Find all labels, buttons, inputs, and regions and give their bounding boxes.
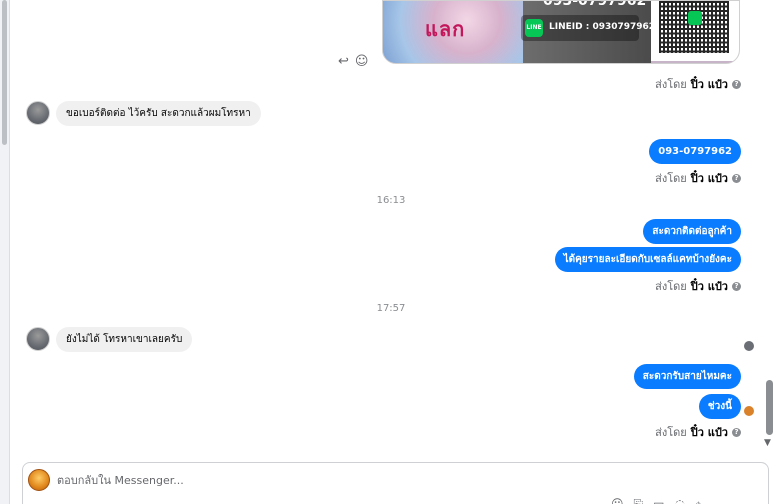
reply-input[interactable] — [57, 471, 557, 489]
message-timestamp: 16:13 — [376, 195, 406, 206]
sticker-icon[interactable]: ◌ — [674, 497, 684, 504]
outgoing-message-bubble[interactable]: 093-0797962 — [649, 139, 741, 164]
attachment-icon[interactable]: ⎘ — [634, 497, 644, 504]
sent-by-prefix: ส่งโดย — [655, 78, 687, 91]
sent-by-label: ส่งโดย ปิ๋ว แป๋ว ? — [655, 169, 741, 187]
gif-icon[interactable]: ▭ — [653, 497, 664, 504]
composer-toolbar: ☺ ⎘ ▭ ◌ ⌖ — [611, 497, 702, 504]
qr-code-icon — [659, 1, 729, 53]
line-app-icon: LINE — [525, 19, 543, 37]
sent-by-prefix: ส่งโดย — [655, 426, 687, 439]
left-scrollbar-thumb[interactable] — [2, 0, 7, 145]
outgoing-message-bubble[interactable]: สะดวกรับสายไหมคะ — [633, 364, 741, 389]
incoming-message-bubble[interactable]: ยังไม่ได้ โทรหาเขาเลยครับ — [56, 327, 193, 352]
image-brand-text: แลก — [425, 17, 466, 41]
sent-by-label: ส่งโดย ปิ๋ว แป๋ว ? — [655, 423, 741, 441]
sender-name[interactable]: ปิ๋ว แป๋ว — [691, 423, 728, 441]
info-icon[interactable]: ? — [732, 173, 741, 183]
scrollbar-thumb[interactable] — [766, 380, 773, 435]
message-timestamp: 17:57 — [376, 303, 406, 314]
seen-receipt-avatar — [744, 406, 754, 416]
seen-receipt-avatar — [744, 341, 754, 351]
left-panel-scrollbar[interactable] — [0, 0, 10, 504]
sent-by-label: ส่งโดย ปิ๋ว แป๋ว ? — [655, 75, 741, 93]
scroll-down-arrow-icon[interactable]: ▼ — [764, 438, 771, 448]
sender-name[interactable]: ปิ๋ว แป๋ว — [691, 169, 728, 187]
info-icon[interactable]: ? — [732, 427, 741, 437]
sent-by-prefix: ส่งโดย — [655, 280, 687, 293]
sender-name[interactable]: ปิ๋ว แป๋ว — [691, 75, 728, 93]
more-icon[interactable]: ⌖ — [695, 497, 702, 504]
outgoing-message-bubble[interactable]: ได้คุยรายละเอียดกับเซลล์แคทบ้างยังคะ — [554, 247, 741, 272]
sent-by-label: ส่งโดย ปิ๋ว แป๋ว ? — [655, 277, 741, 295]
incoming-message-bubble[interactable]: ขอเบอร์ติดต่อ ไว้ครับ สะดวกแล้วผมโทรหา — [56, 101, 261, 126]
page-avatar — [28, 469, 50, 491]
line-id-text: LINEID : 0930797962 — [549, 22, 656, 32]
outgoing-message-bubble[interactable]: สะดวกติดต่อลูกค้า — [643, 219, 741, 244]
reply-icon[interactable]: ↩ — [338, 54, 349, 69]
shared-image-card[interactable]: แลก 093-0797962 LINE LINEID : 0930797962 — [382, 0, 740, 64]
contact-avatar[interactable] — [26, 101, 50, 125]
contact-avatar[interactable] — [26, 327, 50, 351]
thread-scrollbar[interactable]: ▼ — [762, 0, 776, 462]
sent-by-prefix: ส่งโดย — [655, 172, 687, 185]
image-phone-text: 093-0797962 — [543, 0, 647, 9]
sender-name[interactable]: ปิ๋ว แป๋ว — [691, 277, 728, 295]
emoji-icon[interactable]: ☺ — [611, 497, 624, 504]
smiley-icon[interactable]: ☺ — [355, 54, 369, 69]
reply-composer: ☺ ⎘ ▭ ◌ ⌖ — [22, 462, 769, 504]
qr-line-logo-icon — [688, 11, 702, 25]
outgoing-message-bubble[interactable]: ช่วงนี้ — [698, 394, 741, 419]
info-icon[interactable]: ? — [732, 281, 741, 291]
info-icon[interactable]: ? — [732, 79, 741, 89]
message-actions: ↩ ☺ — [338, 54, 368, 69]
